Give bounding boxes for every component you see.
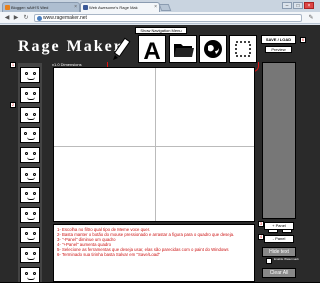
badge-6: 6 — [300, 37, 306, 43]
back-icon[interactable]: ◀ — [3, 14, 11, 22]
face-thumbnail[interactable] — [20, 127, 40, 143]
badge-3: 3 — [258, 221, 264, 227]
face-thumbnail[interactable] — [20, 207, 40, 223]
folder-tool-button[interactable] — [169, 35, 197, 63]
folder-icon — [174, 44, 194, 57]
face-thumbnail[interactable] — [20, 227, 40, 243]
globe-icon — [204, 40, 222, 58]
instruction-line: 6- Terminado sua tirinha basta Salvar em… — [57, 252, 161, 257]
watermark-checkbox[interactable] — [266, 258, 272, 264]
blogger-favicon-icon — [5, 5, 10, 10]
badge-4: 4 — [258, 234, 264, 240]
title-bar: Blogger: sAtH'S Wed × Web Awesome's Rage… — [0, 0, 320, 12]
panel-divider-horizontal — [54, 146, 254, 147]
badge-2: 2 — [10, 102, 16, 108]
face-thumbnail[interactable] — [20, 147, 40, 163]
minimize-button[interactable]: – — [282, 2, 292, 9]
browser-toolbar: ◀ ▶ ↻ www.ragemaker.net ✎ — [0, 12, 320, 24]
close-tab-icon[interactable]: × — [154, 4, 157, 10]
face-thumbnail[interactable] — [20, 247, 40, 263]
face-thumbnail[interactable] — [20, 107, 40, 123]
wrench-menu-icon[interactable]: ✎ — [306, 14, 316, 22]
panel-divider-vertical — [155, 68, 156, 221]
close-tab-icon[interactable]: × — [74, 4, 77, 10]
svg-text:A: A — [143, 38, 160, 62]
globe-icon — [37, 16, 42, 21]
browser-window: Blogger: sAtH'S Wed × Web Awesome's Rage… — [0, 0, 320, 283]
badge-1: 1 — [10, 62, 16, 68]
options-panel[interactable]: ↑ ↓ — [262, 62, 296, 233]
instructions-box: 1- Escolha no filtro qual tipo de Meme v… — [53, 224, 255, 282]
maximize-button[interactable]: □ — [293, 2, 303, 9]
rage-maker-app: Show Navigation Menu Rage Maker A SAVE /… — [0, 25, 320, 283]
preview-button[interactable]: Preview — [265, 46, 292, 53]
reload-icon[interactable]: ↻ — [22, 14, 30, 22]
tab-blogger[interactable]: Blogger: sAtH'S Wed × — [2, 2, 80, 12]
show-navigation-menu-button[interactable]: Show Navigation Menu — [135, 27, 187, 34]
face-thumbnail[interactable] — [20, 187, 40, 203]
comic-canvas[interactable] — [53, 67, 255, 222]
remove-panel-button[interactable]: - Panel — [264, 235, 294, 243]
face-thumbnail[interactable] — [20, 67, 40, 83]
close-window-button[interactable]: × — [304, 2, 314, 9]
globe-tool-button[interactable] — [199, 35, 227, 63]
selection-icon — [235, 41, 251, 57]
tab-rage-maker[interactable]: Web Awesome's Rage Mak × — [80, 2, 160, 12]
text-tool-button[interactable]: A — [138, 35, 166, 65]
pencil-icon — [113, 37, 131, 60]
face-library-sidebar — [18, 63, 42, 283]
face-thumbnail[interactable] — [20, 87, 40, 103]
face-thumbnail[interactable] — [20, 167, 40, 183]
forward-icon[interactable]: ▶ — [12, 14, 20, 22]
add-panel-button[interactable]: + Panel — [264, 222, 294, 230]
face-thumbnail[interactable] — [20, 267, 40, 283]
pencil-tool-button[interactable] — [107, 35, 135, 63]
watermark-label: Enable Watermark — [274, 257, 299, 261]
clear-all-button[interactable]: Clear All — [262, 268, 296, 278]
address-bar[interactable]: www.ragemaker.net — [34, 14, 302, 22]
ragemaker-favicon-icon — [83, 5, 88, 10]
hide-text-button[interactable]: Hide text — [262, 247, 296, 257]
save-load-button[interactable]: SAVE / LOAD — [261, 35, 296, 44]
select-tool-button[interactable] — [229, 35, 257, 63]
text-a-icon: A — [143, 38, 160, 65]
new-tab-button[interactable] — [158, 4, 172, 11]
